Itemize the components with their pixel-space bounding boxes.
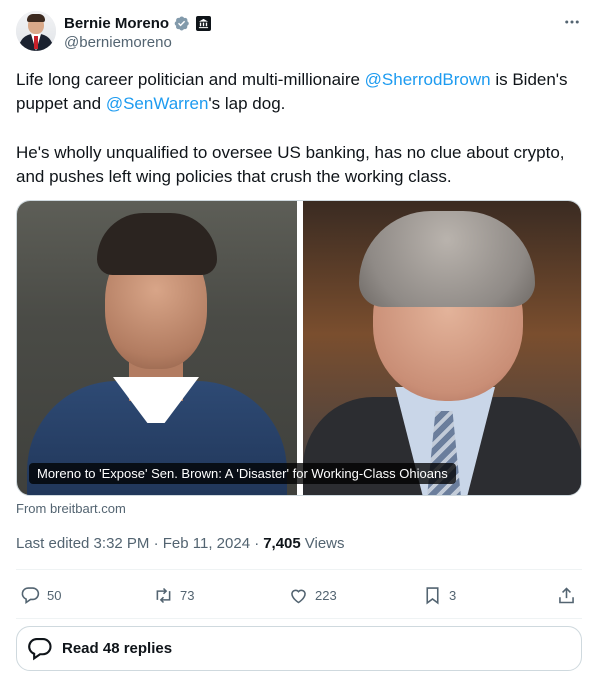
tweet-text: Life long career politician and multi-mi… (16, 70, 365, 89)
tweet-text: 's lap dog. (208, 94, 286, 113)
government-affiliation-icon[interactable] (196, 15, 212, 31)
divider (16, 618, 582, 619)
bookmark-icon (426, 586, 439, 605)
author-name[interactable]: Bernie Moreno (64, 15, 169, 32)
repost-button[interactable]: 73 (153, 582, 194, 608)
read-replies-label: Read 48 replies (62, 640, 173, 657)
card-caption: Moreno to 'Expose' Sen. Brown: A 'Disast… (29, 463, 456, 484)
photo-brown (303, 201, 581, 495)
divider (16, 569, 582, 570)
tweet-meta: Last edited 3:32 PM · Feb 11, 2024 · 7,4… (16, 535, 345, 552)
bookmark-button[interactable]: 3 (422, 582, 456, 608)
views-count: 7,405 (263, 535, 301, 552)
heart-icon (291, 589, 306, 603)
repost-count: 73 (180, 587, 195, 603)
timestamp[interactable]: Last edited 3:32 PM · Feb 11, 2024 · (16, 535, 259, 552)
author-row: Bernie Moreno (64, 13, 212, 33)
views-label: Views (304, 535, 345, 552)
tweet-text-paragraph-2: He's wholly unqualified to oversee US ba… (16, 143, 565, 186)
reply-count: 50 (47, 587, 62, 603)
reply-icon (21, 586, 40, 604)
read-replies-button[interactable]: Read 48 replies (16, 626, 582, 671)
card-source[interactable]: From breitbart.com (16, 501, 126, 516)
share-icon (559, 586, 574, 603)
photo-moreno (17, 201, 297, 495)
tweet: Bernie Moreno @berniemoreno Life long ca… (0, 0, 598, 680)
link-card[interactable]: Moreno to 'Expose' Sen. Brown: A 'Disast… (16, 200, 582, 496)
share-button[interactable] (556, 582, 577, 608)
author-handle[interactable]: @berniemoreno (64, 34, 172, 51)
more-options-icon[interactable] (562, 12, 582, 32)
mention-link-senwarren[interactable]: @SenWarren (106, 94, 209, 113)
reply-button[interactable]: 50 (20, 582, 61, 608)
bookmark-count: 3 (449, 587, 457, 603)
repost-icon (156, 587, 171, 603)
like-count: 223 (315, 587, 337, 603)
mention-link-sherrodbrown[interactable]: @SherrodBrown (365, 70, 491, 89)
tweet-text-paragraph-1: Life long career politician and multi-mi… (16, 68, 586, 116)
avatar[interactable] (16, 11, 56, 51)
reply-bubble-icon (28, 637, 52, 660)
verified-badge-icon[interactable] (173, 15, 190, 32)
like-button[interactable]: 223 (288, 582, 337, 608)
